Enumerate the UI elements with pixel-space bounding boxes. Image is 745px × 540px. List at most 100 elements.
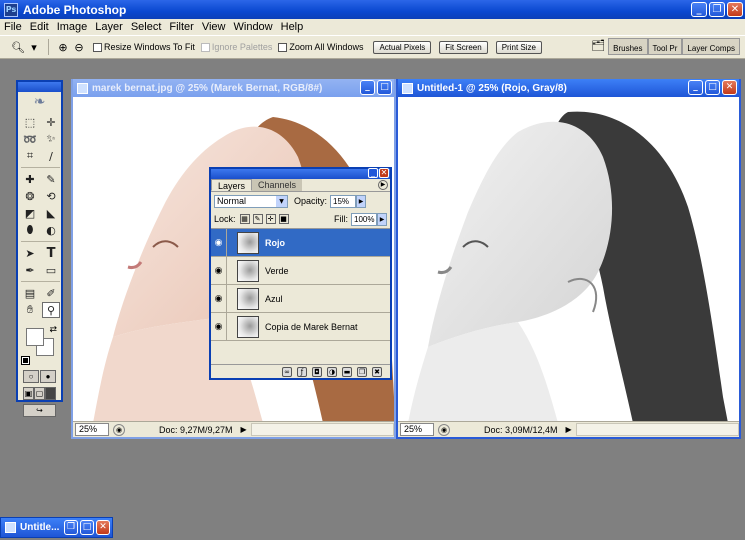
clone-stamp-tool-icon[interactable]: ❂	[21, 188, 39, 204]
link-layers-icon[interactable]: ∞	[282, 366, 292, 377]
zoom-out-icon[interactable]: ⊖	[71, 39, 87, 55]
maximize-button[interactable]: □	[80, 520, 94, 535]
lock-image-icon[interactable]: ✎	[252, 214, 263, 224]
menu-help[interactable]: Help	[277, 21, 308, 33]
chevron-down-icon[interactable]: ▾	[26, 39, 42, 55]
zoom-level-field[interactable]: 25%	[400, 423, 434, 436]
standard-screen-mode-icon[interactable]: ▣	[23, 387, 34, 400]
eye-icon[interactable]: ◉	[211, 312, 227, 341]
zoom-in-icon[interactable]: ⊕	[55, 39, 71, 55]
horizontal-scrollbar[interactable]	[250, 423, 394, 436]
paint-bucket-tool-icon[interactable]: ◣	[42, 205, 60, 221]
lock-all-icon[interactable]: ■	[278, 214, 289, 224]
document-titlebar[interactable]: Untitled-1 @ 25% (Rojo, Gray/8) _ □ ✕	[398, 79, 739, 97]
tab-layers[interactable]: Layers	[211, 179, 253, 191]
layer-mask-icon[interactable]: ◘	[312, 366, 322, 377]
lock-transparency-icon[interactable]: ▦	[239, 214, 250, 224]
palette-tab-layer-comps[interactable]: Layer Comps	[682, 38, 740, 55]
layer-style-icon[interactable]: ƒ	[297, 366, 307, 377]
quick-mask-mode-icon[interactable]: ●	[40, 370, 56, 383]
layer-row-rojo[interactable]: ◉ Rojo	[211, 228, 390, 257]
crop-tool-icon[interactable]: ⌗	[21, 148, 39, 164]
restore-button[interactable]: ❐	[64, 520, 78, 535]
zoom-tool-icon[interactable]: ⚲	[42, 302, 60, 318]
close-button[interactable]: ✕	[722, 80, 737, 95]
healing-brush-tool-icon[interactable]: ✚	[21, 171, 39, 187]
trash-icon[interactable]: ✖	[372, 366, 382, 377]
menu-edit[interactable]: Edit	[26, 21, 53, 33]
notes-tool-icon[interactable]: ▤	[21, 285, 39, 301]
fill-field[interactable]: 100%	[351, 212, 377, 226]
zoom-all-windows-checkbox[interactable]	[278, 42, 288, 52]
pen-tool-icon[interactable]: ✒	[21, 262, 39, 278]
jump-to-imageready-icon[interactable]: ↪	[23, 404, 56, 417]
horizontal-scrollbar[interactable]	[575, 423, 739, 436]
full-screen-mode-icon[interactable]	[45, 387, 56, 400]
layer-row-copia-de-marek-bernat[interactable]: ◉ Copia de Marek Bernat	[211, 312, 390, 341]
history-brush-tool-icon[interactable]: ⟲	[42, 188, 60, 204]
lasso-tool-icon[interactable]: ➿	[21, 131, 39, 147]
layer-row-verde[interactable]: ◉ Verde	[211, 256, 390, 285]
status-menu-arrow-icon[interactable]: ▶	[566, 425, 572, 434]
move-tool-icon[interactable]: ✛	[42, 114, 60, 130]
opacity-field[interactable]: 15%	[330, 194, 357, 208]
maximize-button[interactable]: □	[705, 80, 720, 95]
print-size-button[interactable]: Print Size	[495, 40, 542, 54]
close-button[interactable]: ✕	[727, 2, 743, 17]
eye-icon[interactable]: ◉	[211, 228, 227, 257]
type-tool-icon[interactable]: T	[42, 245, 60, 261]
actual-pixels-button[interactable]: Actual Pixels	[373, 40, 432, 54]
adjustment-layer-icon[interactable]: ◑	[327, 366, 337, 377]
layers-palette-titlebar[interactable]: _ ✕	[211, 168, 390, 179]
palette-tab-tool-presets[interactable]: Tool Pr	[647, 38, 683, 55]
status-info-icon[interactable]: ◉	[113, 423, 125, 436]
close-button[interactable]: ✕	[379, 168, 389, 178]
image-canvas[interactable]	[398, 97, 739, 421]
minimize-button[interactable]: _	[368, 168, 378, 178]
menu-window[interactable]: Window	[230, 21, 277, 33]
standard-mode-icon[interactable]: ○	[23, 370, 39, 383]
lock-position-icon[interactable]: ✛	[265, 214, 276, 224]
new-layer-icon[interactable]: ❐	[357, 366, 367, 377]
brush-tool-icon[interactable]: ✎	[42, 171, 60, 187]
magic-wand-tool-icon[interactable]: ✨︎	[42, 131, 60, 147]
dodge-tool-icon[interactable]: ◐	[42, 222, 60, 238]
toolbox-titlebar[interactable]	[18, 82, 61, 92]
restore-button[interactable]: ❐	[709, 2, 725, 17]
minimize-button[interactable]: _	[360, 80, 375, 95]
eraser-tool-icon[interactable]: ◩	[21, 205, 39, 221]
status-info-icon[interactable]: ◉	[438, 423, 450, 436]
swap-colors-icon[interactable]: ⇄	[49, 324, 57, 335]
menu-view[interactable]: View	[198, 21, 230, 33]
status-menu-arrow-icon[interactable]: ▶	[241, 425, 247, 434]
default-colors-icon[interactable]	[21, 356, 30, 365]
menu-select[interactable]: Select	[127, 21, 166, 33]
close-button[interactable]: ✕	[96, 520, 110, 535]
opacity-slider-arrow-icon[interactable]: ▶	[356, 194, 367, 208]
eye-icon[interactable]: ◉	[211, 284, 227, 313]
eyedropper-tool-icon[interactable]: ✐	[42, 285, 60, 301]
document-titlebar[interactable]: marek bernat.jpg @ 25% (Marek Bernat, RG…	[73, 79, 394, 97]
foreground-color-swatch[interactable]	[26, 328, 44, 346]
blend-mode-select[interactable]: Normal ▼	[214, 194, 288, 208]
full-screen-menu-mode-icon[interactable]: ▢	[34, 387, 45, 400]
minimized-document-window[interactable]: Untitle... ❐ □ ✕	[0, 517, 113, 538]
menu-layer[interactable]: Layer	[91, 21, 127, 33]
zoom-level-field[interactable]: 25%	[75, 423, 109, 436]
file-browser-icon[interactable]: 🗂︎	[589, 39, 607, 55]
marquee-tool-icon[interactable]: ⬚	[21, 114, 39, 130]
feather-logo-icon[interactable]: ❧	[18, 92, 61, 112]
menu-file[interactable]: File	[0, 21, 26, 33]
layer-row-azul[interactable]: ◉ Azul	[211, 284, 390, 313]
path-selection-tool-icon[interactable]: ➤	[21, 245, 39, 261]
fill-slider-arrow-icon[interactable]: ▶	[377, 212, 387, 226]
blur-tool-icon[interactable]: ⬮	[21, 222, 39, 238]
resize-windows-checkbox[interactable]	[93, 42, 102, 52]
minimize-button[interactable]: _	[688, 80, 703, 95]
rectangle-tool-icon[interactable]: ▭	[42, 262, 60, 278]
new-group-icon[interactable]: ▬	[342, 366, 352, 377]
palette-menu-icon[interactable]: ▶	[378, 180, 388, 190]
eye-icon[interactable]: ◉	[211, 256, 227, 285]
menu-image[interactable]: Image	[53, 21, 92, 33]
slice-tool-icon[interactable]: ∕	[42, 148, 60, 164]
